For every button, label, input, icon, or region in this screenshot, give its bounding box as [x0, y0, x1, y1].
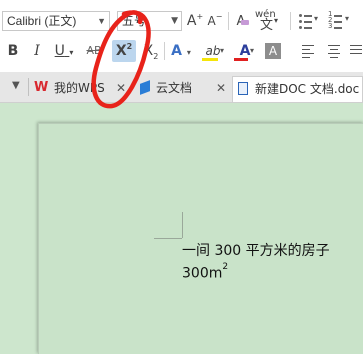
divider: [164, 42, 165, 60]
shrink-font-button[interactable]: A−: [206, 10, 224, 32]
wen-char-icon: 文: [260, 18, 274, 33]
bold-button[interactable]: B: [4, 40, 22, 62]
bullet-list-button[interactable]: ▾: [298, 12, 322, 30]
italic-button[interactable]: I: [28, 40, 46, 62]
shrink-font-label: A: [207, 14, 216, 28]
ribbon-row-style: B I U ▾ AB X2 X2 A ▾ ab ▾ A ▾ A: [0, 38, 363, 64]
minus-icon: −: [215, 12, 223, 21]
chevron-down-icon: ▾: [274, 16, 279, 25]
list-line: [334, 27, 342, 29]
grow-font-label: A: [186, 13, 197, 29]
char-shading-button[interactable]: A: [264, 40, 282, 62]
highlight-color-bar: [202, 58, 218, 61]
align-line: [302, 57, 310, 58]
margin-corner-vertical: [182, 212, 183, 238]
align-line: [350, 53, 362, 54]
align-right-button[interactable]: [350, 44, 363, 58]
align-line: [350, 49, 362, 50]
red-annotation-circle: [91, 10, 151, 109]
grow-font-button[interactable]: A+: [186, 10, 204, 32]
font-name-value: Calibri (正文): [7, 14, 77, 28]
phonetic-guide-button[interactable]: wén 文 ▾: [254, 9, 279, 33]
text-effect-button[interactable]: A ▾: [170, 40, 192, 62]
bullet-line: [304, 27, 312, 29]
chevron-down-icon[interactable]: ▼: [12, 80, 20, 91]
chevron-down-icon: ▾: [345, 14, 350, 23]
chevron-down-icon: ▾: [69, 48, 74, 57]
font-color-label: A: [239, 43, 251, 59]
italic-label: I: [34, 43, 40, 59]
list-line: [334, 21, 342, 23]
align-center-button[interactable]: [326, 44, 344, 58]
tab-label: 云文档: [156, 81, 193, 95]
close-icon[interactable]: ✕: [216, 76, 226, 100]
document-page[interactable]: [38, 123, 363, 354]
underline-button[interactable]: U ▾: [52, 40, 76, 62]
align-line: [302, 45, 314, 46]
tab-new-doc[interactable]: 新建DOC 文档.doc: [232, 76, 363, 102]
margin-corner-horizontal: [154, 238, 182, 239]
document-line-2-base: 300m: [182, 265, 223, 282]
ribbon-row-font: Calibri (正文) ▼ 五号 ▼ A+ A− A wén 文 ▾: [0, 8, 363, 34]
char-shading-label: A: [265, 43, 281, 59]
chevron-down-icon: ▾: [250, 46, 255, 55]
align-line: [350, 45, 362, 46]
number-three-icon: 3: [328, 22, 333, 30]
document-icon: [238, 82, 248, 95]
align-line: [302, 49, 310, 50]
list-line: [334, 15, 342, 17]
chevron-down-icon: ▼: [171, 16, 178, 26]
align-line: [328, 53, 340, 54]
align-line: [328, 45, 340, 46]
eraser-icon: [241, 20, 249, 25]
underline-label: U: [54, 43, 65, 59]
divider: [290, 12, 291, 30]
align-left-button[interactable]: [300, 44, 318, 58]
align-line: [330, 57, 338, 58]
clear-format-button[interactable]: A: [232, 10, 250, 32]
bold-label: B: [7, 43, 19, 59]
chevron-down-icon: ▾: [186, 48, 191, 57]
highlight-button[interactable]: ab ▾: [200, 40, 226, 62]
divider: [28, 78, 29, 96]
chevron-down-icon: ▾: [314, 14, 319, 23]
document-tab-bar: ▼ W 我的WPS ✕ 云文档 ✕ 新建DOC 文档.doc: [0, 72, 363, 103]
font-color-button[interactable]: A ▾: [232, 40, 258, 62]
document-line-1[interactable]: 一间 300 平方米的房子: [182, 240, 330, 260]
align-line: [330, 49, 338, 50]
text-effect-label: A: [171, 43, 182, 59]
bullet-line: [304, 15, 312, 17]
numbered-list-button[interactable]: 1 2 3 ▾: [328, 10, 354, 30]
wps-logo-icon: W: [34, 80, 49, 95]
chevron-down-icon: ▾: [220, 46, 225, 55]
ribbon-toolbar: Calibri (正文) ▼ 五号 ▼ A+ A− A wén 文 ▾: [0, 0, 363, 72]
bullet-line: [304, 21, 312, 23]
align-line: [302, 53, 314, 54]
document-line-2[interactable]: 300m2: [182, 262, 229, 282]
highlight-label: ab: [205, 44, 221, 58]
bullet-dot: [299, 14, 302, 17]
plus-icon: +: [196, 12, 204, 21]
tab-label: 新建DOC 文档.doc: [255, 82, 360, 96]
divider: [228, 12, 229, 30]
bullet-dot: [299, 26, 302, 29]
bullet-dot: [299, 20, 302, 23]
font-color-bar: [234, 58, 248, 61]
document-line-2-superscript: 2: [222, 262, 229, 272]
